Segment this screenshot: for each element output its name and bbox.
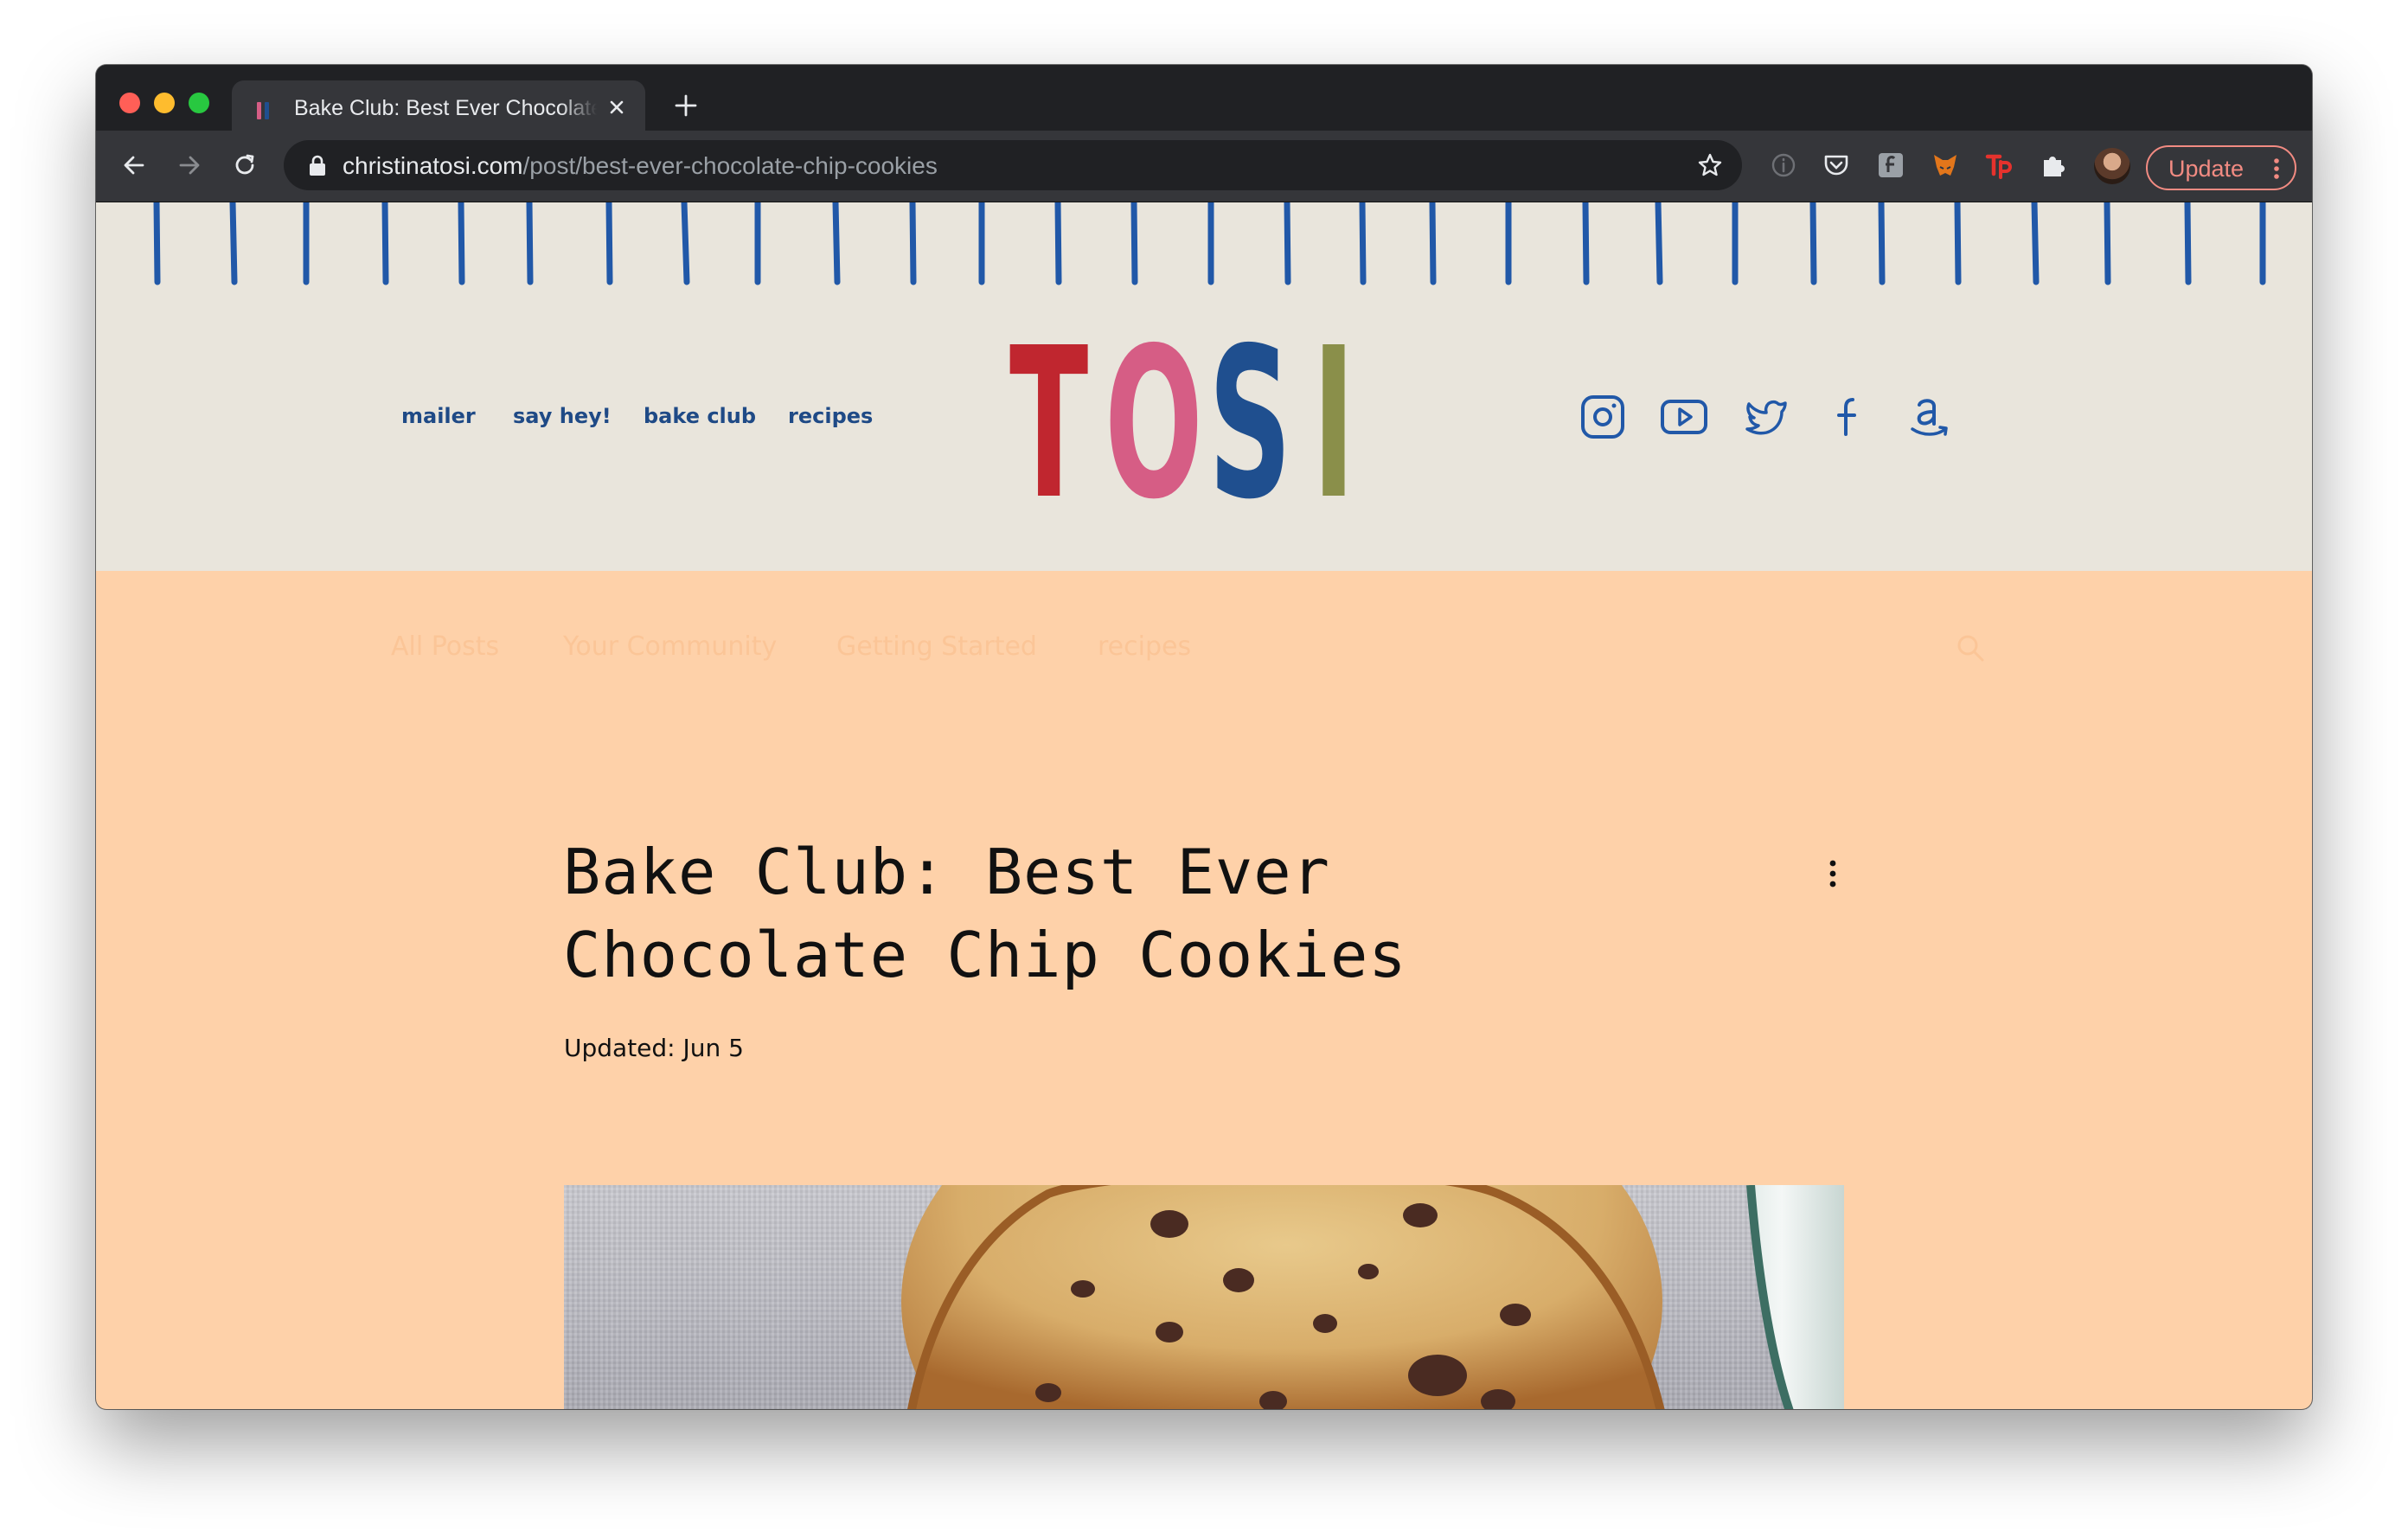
font-extension-icon[interactable]: [1875, 150, 1906, 181]
window-minimize-button[interactable]: [154, 93, 175, 113]
url-host: christinatosi.com: [343, 152, 523, 179]
browser-menu-icon[interactable]: [2274, 157, 2279, 180]
nav-link-mailer[interactable]: mailer: [401, 404, 476, 428]
nav-link-say-hey[interactable]: say hey!: [513, 404, 612, 428]
lock-icon[interactable]: [308, 154, 327, 176]
amazon-icon[interactable]: [1905, 393, 1954, 441]
bookmark-star-icon[interactable]: [1697, 152, 1723, 178]
window-close-button[interactable]: [119, 93, 140, 113]
metamask-fox-icon[interactable]: [1930, 150, 1961, 181]
tab-strip: Bake Club: Best Ever Chocolate Chip Cook…: [96, 65, 2312, 131]
more-options-icon[interactable]: [1826, 856, 1840, 891]
close-tab-icon[interactable]: [605, 96, 628, 119]
hero-image: [564, 1185, 1844, 1409]
tab-title: Bake Club: Best Ever Chocolate Chip Cook…: [294, 96, 597, 120]
post-title: Bake Club: Best Ever Chocolate Chip Cook…: [563, 830, 1601, 996]
tosi-favicon-icon: [257, 102, 269, 119]
url-path: /post/best-ever-chocolate-chip-cookies: [522, 152, 938, 179]
decorative-tick-border: [153, 202, 2266, 285]
logo-letter-i: I: [1312, 303, 1355, 545]
reload-icon[interactable]: [229, 150, 260, 181]
nav-link-recipes[interactable]: recipes: [788, 404, 873, 428]
nav-link-bake-club[interactable]: bake club: [644, 404, 756, 428]
back-icon[interactable]: [118, 150, 150, 181]
new-tab-icon[interactable]: [673, 93, 699, 119]
site-header: mailer say hey! bake club recipes T O S …: [96, 202, 2312, 571]
post-updated-date: Updated: Jun 5: [564, 1034, 744, 1062]
profile-avatar[interactable]: [2094, 148, 2130, 184]
url-text[interactable]: christinatosi.com/post/best-ever-chocola…: [343, 152, 938, 180]
address-bar[interactable]: christinatosi.com/post/best-ever-chocola…: [284, 140, 1742, 190]
instagram-icon[interactable]: [1579, 393, 1627, 441]
page-viewport: mailer say hey! bake club recipes T O S …: [96, 202, 2312, 1409]
category-recipes[interactable]: recipes: [1098, 631, 1191, 662]
category-all-posts[interactable]: All Posts: [391, 631, 499, 662]
extensions-puzzle-icon[interactable]: [2038, 150, 2069, 181]
post-title-line-1: Bake Club: Best Ever: [563, 836, 1330, 908]
search-icon[interactable]: [1956, 633, 1985, 663]
category-your-community[interactable]: Your Community: [563, 631, 777, 662]
blog-content: All Posts Your Community Getting Started…: [96, 571, 2312, 1409]
tab-active[interactable]: Bake Club: Best Ever Chocolate Chip Cook…: [232, 80, 645, 131]
category-getting-started[interactable]: Getting Started: [836, 631, 1037, 662]
browser-window: Bake Club: Best Ever Chocolate Chip Cook…: [96, 65, 2312, 1409]
youtube-icon[interactable]: [1660, 393, 1708, 441]
tp-extension-icon[interactable]: [1984, 150, 2015, 181]
info-extension-icon[interactable]: [1768, 150, 1799, 181]
facebook-icon[interactable]: [1823, 393, 1872, 441]
logo-letter-o: O: [1105, 303, 1203, 545]
update-button-label: Update: [2168, 156, 2245, 182]
browser-toolbar: christinatosi.com/post/best-ever-chocola…: [96, 131, 2312, 202]
window-maximize-button[interactable]: [189, 93, 209, 113]
post-title-line-2: Chocolate Chip Cookies: [563, 919, 1407, 991]
logo-letter-t: T: [1009, 303, 1089, 545]
tosi-logo[interactable]: T O S I: [1009, 303, 1459, 545]
logo-letter-s: S: [1208, 303, 1292, 545]
update-button[interactable]: Update: [2146, 145, 2296, 190]
forward-icon[interactable]: [174, 150, 205, 181]
cookie-photo: [901, 1185, 1844, 1409]
twitter-icon[interactable]: [1742, 393, 1790, 441]
pocket-extension-icon[interactable]: [1821, 150, 1852, 181]
